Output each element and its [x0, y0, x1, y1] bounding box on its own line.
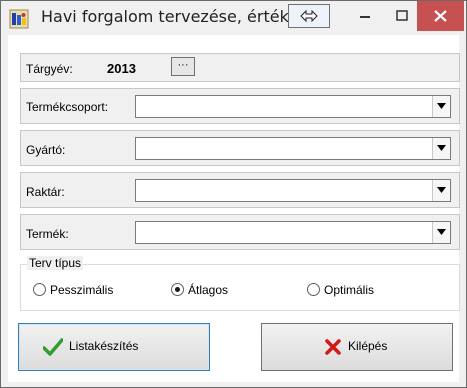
generate-list-label: Listakészítés — [69, 339, 139, 353]
radio-average-label[interactable]: Átlagos — [188, 283, 228, 297]
chevron-down-icon[interactable] — [432, 180, 450, 201]
checkmark-icon — [42, 338, 64, 361]
resize-arrows-icon[interactable] — [288, 4, 330, 28]
exit-label: Kilépés — [348, 339, 388, 353]
warehouse-panel: Raktár: — [20, 172, 460, 208]
maximize-button[interactable] — [388, 1, 416, 31]
product-group-label: Termékcsoport: — [26, 100, 109, 114]
product-combo[interactable] — [135, 221, 451, 244]
generate-list-button[interactable]: Listakészítés — [18, 323, 210, 371]
product-group-combo[interactable] — [135, 95, 451, 118]
exit-button[interactable]: Kilépés — [261, 323, 453, 371]
manufacturer-panel: Gyártó: — [20, 130, 460, 166]
minimize-button[interactable] — [351, 1, 379, 31]
year-field[interactable]: 2013 — [107, 61, 136, 76]
year-picker-button[interactable]: ··· — [171, 57, 195, 76]
radio-circle-selected[interactable] — [171, 283, 184, 296]
product-group-panel: Termékcsoport: — [20, 88, 460, 124]
warehouse-label: Raktár: — [26, 185, 65, 199]
close-icon — [434, 10, 447, 22]
plan-type-legend: Terv típus — [27, 256, 84, 270]
radio-optimistic-label[interactable]: Optimális — [324, 283, 374, 297]
chevron-down-icon[interactable] — [432, 222, 450, 243]
radio-pessimistic-label[interactable]: Pesszimális — [50, 283, 113, 297]
manufacturer-label: Gyártó: — [26, 143, 66, 157]
title-bar[interactable]: Havi forgalom tervezése, értékelése — [1, 1, 466, 35]
radio-circle[interactable] — [307, 283, 320, 296]
warehouse-combo[interactable] — [135, 179, 451, 202]
radio-dot — [175, 287, 180, 292]
app-figure-icon — [9, 9, 29, 29]
chevron-down-icon[interactable] — [432, 138, 450, 159]
year-label: Tárgyév: — [26, 62, 73, 76]
radio-circle[interactable] — [33, 283, 46, 296]
product-panel: Termék: — [20, 214, 460, 250]
year-panel: Tárgyév: 2013 ··· — [20, 53, 460, 82]
manufacturer-combo[interactable] — [135, 137, 451, 160]
dialog-content: Tárgyév: 2013 ··· Termékcsoport: Gyártó:… — [8, 35, 460, 382]
product-label: Termék: — [26, 227, 69, 241]
red-x-icon — [324, 338, 342, 361]
dialog-window: Havi forgalom tervezése, értékelése Tárg… — [0, 0, 467, 388]
close-button[interactable] — [417, 1, 464, 31]
chevron-down-icon[interactable] — [432, 96, 450, 117]
plan-type-group: Terv típus Pesszimális Átlagos Optimális — [20, 256, 460, 311]
